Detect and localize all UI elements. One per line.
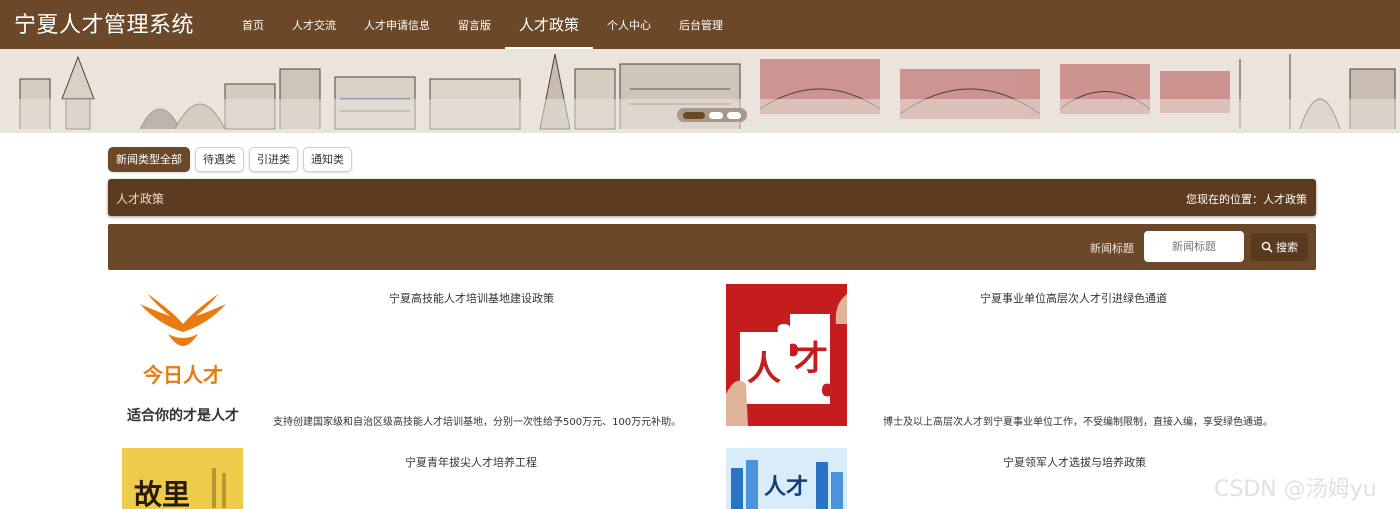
search-button[interactable]: 搜索 <box>1251 233 1308 261</box>
nav-message-board[interactable]: 留言版 <box>444 0 505 49</box>
book-cover-image: 故里 <box>122 448 243 509</box>
nav-home[interactable]: 首页 <box>228 0 278 49</box>
image-text: 人才 <box>764 474 808 500</box>
search-bar: 新闻标题 搜索 <box>108 224 1316 270</box>
nav-admin[interactable]: 后台管理 <box>665 0 737 49</box>
news-item[interactable]: 人才 宁夏领军人才选拔与培养政策 <box>726 448 1286 509</box>
carousel-dot-3[interactable] <box>727 111 741 119</box>
nav-personal-center[interactable]: 个人中心 <box>593 0 665 49</box>
watermark: CSDN @汤姆yu <box>1214 477 1377 502</box>
breadcrumb: 您现在的位置：人才政策 <box>1186 193 1307 206</box>
section-title-bar: 人才政策 您现在的位置：人才政策 <box>108 179 1316 216</box>
news-title[interactable]: 宁夏青年拔尖人才培养工程 <box>405 454 537 470</box>
talent-blue-image: 人才 <box>726 448 847 509</box>
banner-carousel[interactable] <box>0 49 1400 133</box>
news-thumbnail[interactable]: 人 才 <box>726 284 847 426</box>
logo-text: 今日人才 <box>143 363 223 387</box>
search-icon <box>1261 241 1273 253</box>
top-navbar: 宁夏人才管理系统 首页 人才交流 人才申请信息 留言版 人才政策 个人中心 后台… <box>0 0 1400 49</box>
news-summary: 支持创建国家级和自治区级高技能人才培训基地，分别一次性给予500万元、100万元… <box>273 417 682 428</box>
news-title[interactable]: 宁夏高技能人才培训基地建设政策 <box>389 290 554 306</box>
nav-talent-policy[interactable]: 人才政策 <box>505 0 594 49</box>
main-nav: 首页 人才交流 人才申请信息 留言版 人才政策 个人中心 后台管理 <box>228 0 737 49</box>
carousel-indicators <box>677 108 747 122</box>
tab-all-news-types[interactable]: 新闻类型全部 <box>108 147 190 172</box>
puzzle-char-2: 才 <box>794 339 828 379</box>
cover-text: 故里 <box>134 478 190 509</box>
news-item[interactable]: 今日人才 适合你的才是人才 宁夏高技能人才培训基地建设政策 支持创建国家级和自治… <box>118 284 682 429</box>
nav-talent-exchange[interactable]: 人才交流 <box>278 0 350 49</box>
tab-introduction[interactable]: 引进类 <box>249 147 298 172</box>
news-thumbnail[interactable]: 人才 <box>726 448 847 509</box>
news-summary: 博士及以上高层次人才到宁夏事业单位工作，不受编制限制，直接入编，享受绿色通道。 <box>883 417 1273 428</box>
today-talent-logo: 今日人才 适合你的才是人才 <box>127 294 239 424</box>
news-title[interactable]: 宁夏领军人才选拔与培养政策 <box>1003 454 1146 470</box>
carousel-dot-1[interactable] <box>683 111 705 119</box>
tab-notices[interactable]: 通知类 <box>303 147 352 172</box>
carousel-dot-2[interactable] <box>709 111 723 119</box>
search-label: 新闻标题 <box>1090 242 1134 255</box>
news-title-search-input[interactable] <box>1144 231 1244 262</box>
search-button-label: 搜索 <box>1276 241 1298 254</box>
news-thumbnail[interactable]: 故里 <box>122 448 243 509</box>
tab-benefits[interactable]: 待遇类 <box>195 147 244 172</box>
news-type-tabs: 新闻类型全部 待遇类 引进类 通知类 <box>108 147 352 172</box>
puzzle-image: 人 才 <box>726 284 847 426</box>
site-title[interactable]: 宁夏人才管理系统 <box>14 7 194 39</box>
nav-talent-application[interactable]: 人才申请信息 <box>350 0 444 49</box>
news-title[interactable]: 宁夏事业单位高层次人才引进绿色通道 <box>980 290 1167 306</box>
news-item[interactable]: 故里 宁夏青年拔尖人才培养工程 <box>122 448 682 509</box>
news-item[interactable]: 人 才 宁夏事业单位高层次人才引进绿色通道 博士及以上高层次人才到宁夏事业单位工… <box>726 284 1286 429</box>
news-thumbnail[interactable]: 今日人才 适合你的才是人才 <box>118 284 239 426</box>
section-title: 人才政策 <box>116 192 165 206</box>
puzzle-char-1: 人 <box>747 349 781 389</box>
logo-slogan: 适合你的才是人才 <box>127 407 239 424</box>
